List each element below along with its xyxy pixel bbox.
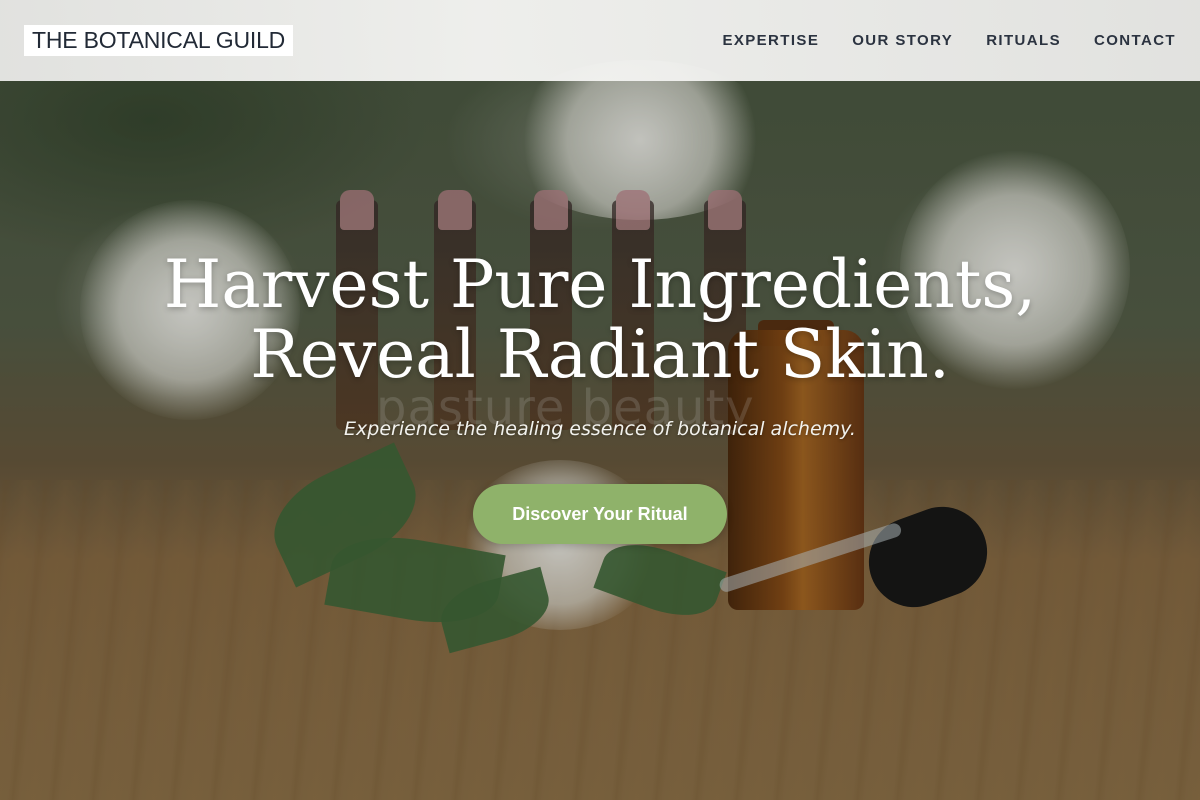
hero-headline-line-2: Reveal Radiant Skin. <box>250 316 950 393</box>
hero-headline: Harvest Pure Ingredients, Reveal Radiant… <box>0 250 1200 390</box>
nav-link-expertise[interactable]: EXPERTISE <box>722 32 819 49</box>
nav-link-contact[interactable]: CONTACT <box>1094 32 1176 49</box>
discover-ritual-button[interactable]: Discover Your Ritual <box>473 484 727 544</box>
main-nav: EXPERTISE OUR STORY RITUALS CONTACT <box>722 32 1176 49</box>
nav-link-our-story[interactable]: OUR STORY <box>852 32 953 49</box>
nav-link-rituals[interactable]: RITUALS <box>986 32 1061 49</box>
hero-content: Harvest Pure Ingredients, Reveal Radiant… <box>0 250 1200 544</box>
site-header: THE BOTANICAL GUILD EXPERTISE OUR STORY … <box>0 0 1200 81</box>
site-logo[interactable]: THE BOTANICAL GUILD <box>24 25 294 56</box>
hero-headline-line-1: Harvest Pure Ingredients, <box>163 246 1037 323</box>
hero-subtitle: Experience the healing essence of botani… <box>344 418 856 440</box>
